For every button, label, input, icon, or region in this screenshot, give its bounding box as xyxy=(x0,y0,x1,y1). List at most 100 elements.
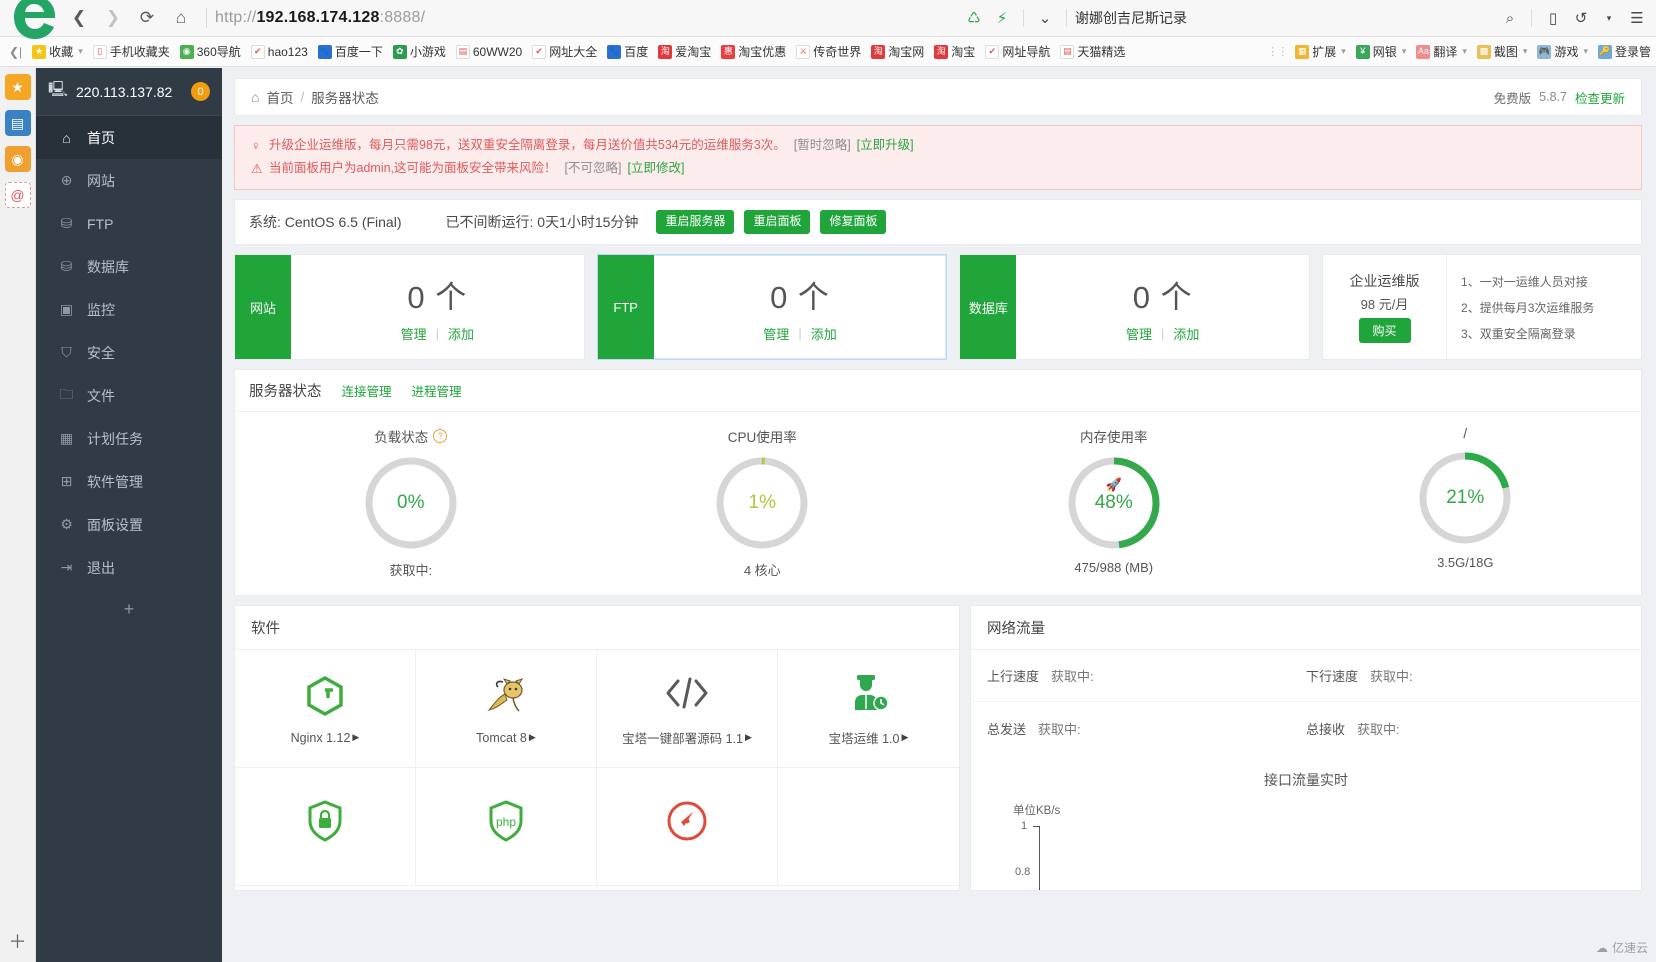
play-triangle-icon[interactable]: ▶ xyxy=(745,732,752,743)
chevron-down-icon[interactable]: ▾ xyxy=(1523,46,1528,57)
search-suggestion[interactable]: 谢娜创吉尼斯记录 xyxy=(1075,8,1187,28)
breadcrumb: ⌂ 首页 / 服务器状态 免费版 5.8.7 检查更新 xyxy=(234,78,1642,116)
sidebar-item-10[interactable]: ⇥ 退出 xyxy=(36,546,222,589)
add-rail-icon[interactable]: ＋ xyxy=(9,928,27,954)
repair-panel-button[interactable]: 修复面板 xyxy=(820,210,887,234)
forward-button[interactable]: ❯ xyxy=(96,3,130,33)
gamepad-icon: 🎮 xyxy=(1537,44,1552,59)
software-item[interactable] xyxy=(597,768,778,886)
alert-ignore-link[interactable]: [暂时忽略] xyxy=(794,135,851,156)
software-item[interactable] xyxy=(778,768,959,886)
manage-link[interactable]: 管理 xyxy=(401,324,427,343)
extension-item[interactable]: 🎮 游戏 ▾ xyxy=(1532,40,1593,64)
back-button[interactable]: ❮ xyxy=(62,3,96,33)
stat-card-database[interactable]: 数据库 0 个 管理 | 添加 xyxy=(959,254,1311,360)
sidebar-add-button[interactable]: + xyxy=(36,589,222,629)
toolbar-right: ♺ ⚡ ⌄ 谢娜创吉尼斯记录 ⌕ ▯ ↺ ▾ ☰ xyxy=(961,5,1656,31)
sidebar-item-1[interactable]: ⊕ 网站 xyxy=(36,159,222,202)
sidebar-item-6[interactable]: 🗀 文件 xyxy=(36,374,222,417)
check-update-link[interactable]: 检查更新 xyxy=(1575,88,1625,107)
undo-icon[interactable]: ↺ xyxy=(1568,5,1594,31)
extension-item[interactable]: ▦ 扩展 ▾ xyxy=(1290,40,1351,64)
chevron-down-icon[interactable]: ▾ xyxy=(1583,46,1588,57)
help-icon[interactable]: ? xyxy=(433,429,448,443)
bookmark-item[interactable]: 淘淘宝网 xyxy=(866,40,929,64)
process-manage-link[interactable]: 进程管理 xyxy=(412,381,462,400)
favorites-rail-icon[interactable]: ★ xyxy=(4,74,31,100)
bookmark-item[interactable]: ✿ 小游戏 xyxy=(388,40,451,64)
add-link[interactable]: 添加 xyxy=(811,324,837,343)
stat-card-website[interactable]: 网站 0 个 管理 | 添加 xyxy=(234,254,585,360)
software-item[interactable] xyxy=(235,768,416,886)
bookmark-item[interactable]: ▤ 60WW20 xyxy=(451,40,527,64)
screenshot-icon: ▩ xyxy=(1476,44,1491,59)
chevron-down-icon[interactable]: ⌄ xyxy=(1032,5,1058,31)
chevron-down-icon[interactable]: ▾ xyxy=(1341,46,1346,57)
address-bar[interactable]: http://192.168.174.128:8888/ xyxy=(215,9,961,27)
bookmark-item[interactable]: 🐾 百度一下 xyxy=(313,40,388,64)
chevron-down-icon[interactable]: ▾ xyxy=(1402,46,1407,57)
sidebar-item-9[interactable]: ⚙ 面板设置 xyxy=(36,503,222,546)
software-item[interactable]: 宝塔运维 1.0 ▶ xyxy=(778,650,959,768)
bookmark-item[interactable]: ✔ 网址大全 xyxy=(527,40,602,64)
software-item[interactable]: 宝塔一键部署源码 1.1 ▶ xyxy=(597,650,778,768)
add-link[interactable]: 添加 xyxy=(1173,324,1199,343)
sidebar-item-5[interactable]: ⛉ 安全 xyxy=(36,331,222,374)
sidebar-item-3[interactable]: ⛁ 数据库 xyxy=(36,245,222,288)
notification-badge[interactable]: 0 xyxy=(191,82,210,101)
sidebar-item-4[interactable]: ▣ 监控 xyxy=(36,288,222,331)
refresh-green-icon[interactable]: ♺ xyxy=(961,5,987,31)
caret-icon[interactable]: ▾ xyxy=(1596,5,1622,31)
bookmark-item[interactable]: ✔ hao123 xyxy=(246,40,313,64)
bookmark-item[interactable]: 惠淘宝优惠 xyxy=(716,40,791,64)
chevron-down-icon[interactable]: ▾ xyxy=(78,46,83,57)
software-item[interactable]: Nginx 1.12 ▶ xyxy=(235,650,416,768)
extension-item[interactable]: ▩ 截图 ▾ xyxy=(1472,40,1533,64)
restart-server-button[interactable]: 重启服务器 xyxy=(656,210,735,234)
manage-link[interactable]: 管理 xyxy=(1126,324,1152,343)
sidebar-item-7[interactable]: ▦ 计划任务 xyxy=(36,417,222,460)
sidebar-item-8[interactable]: ⊞ 软件管理 xyxy=(36,460,222,503)
play-triangle-icon[interactable]: ▶ xyxy=(529,732,536,743)
bookmark-item[interactable]: 🐾 百度 xyxy=(602,40,653,64)
extension-item[interactable]: Aa 翻译 ▾ xyxy=(1411,40,1472,64)
bookmark-item[interactable]: 淘爱淘宝 xyxy=(653,40,716,64)
stat-card-ftp[interactable]: FTP 0 个 管理 | 添加 xyxy=(596,254,948,360)
extension-item[interactable]: 🔑 登录管 xyxy=(1593,40,1656,64)
play-triangle-icon[interactable]: ▶ xyxy=(352,732,359,743)
restart-panel-button[interactable]: 重启面板 xyxy=(744,210,811,234)
speed-bolt-icon[interactable]: ⚡ xyxy=(989,5,1015,31)
chevron-down-icon[interactable]: ▾ xyxy=(1462,46,1467,57)
breadcrumb-home[interactable]: 首页 xyxy=(266,87,293,107)
home-icon[interactable]: ⌂ xyxy=(164,3,198,33)
mail-rail-icon[interactable]: @ xyxy=(4,182,31,208)
add-link[interactable]: 添加 xyxy=(448,324,474,343)
menu-icon[interactable]: ☰ xyxy=(1624,5,1650,31)
alert-action-link[interactable]: [立即修改] xyxy=(627,158,684,179)
alert-ignore-link[interactable]: [不可忽略] xyxy=(565,158,622,179)
alert-action-link[interactable]: [立即升级] xyxy=(857,135,914,156)
reload-icon[interactable]: ⟳ xyxy=(130,3,164,33)
manage-link[interactable]: 管理 xyxy=(763,324,789,343)
drag-handle-icon[interactable]: ⋮⋮ xyxy=(1264,45,1290,58)
mobile-view-icon[interactable]: ▯ xyxy=(1540,5,1566,31)
reading-list-rail-icon[interactable]: ▤ xyxy=(4,110,31,136)
extension-item[interactable]: ¥ 网银 ▾ xyxy=(1351,40,1412,64)
software-item[interactable]: Tomcat 8 ▶ xyxy=(416,650,597,768)
bookmark-item[interactable]: ✔ 网址导航 xyxy=(980,40,1055,64)
bookmark-item[interactable]: ◉ 360导航 xyxy=(175,40,246,64)
history-rail-icon[interactable]: ◉ xyxy=(4,146,31,172)
software-item[interactable]: php xyxy=(416,768,597,886)
search-icon[interactable]: ⌕ xyxy=(1497,5,1523,31)
logout-icon: ⇥ xyxy=(60,559,73,575)
bookmark-item[interactable]: ▯ 手机收藏夹 xyxy=(88,40,175,64)
bookmark-item[interactable]: ⚔ 传奇世界 xyxy=(791,40,866,64)
connection-manage-link[interactable]: 连接管理 xyxy=(342,381,392,400)
sidebar-item-0[interactable]: ⌂ 首页 xyxy=(36,116,222,159)
bookmark-item[interactable]: ▤ 天猫精选 xyxy=(1055,40,1130,64)
play-triangle-icon[interactable]: ▶ xyxy=(901,732,908,743)
bookmark-item[interactable]: 淘淘宝 xyxy=(929,40,980,64)
sidebar-item-2[interactable]: ⛁ FTP xyxy=(36,202,222,245)
buy-button[interactable]: 购买 xyxy=(1358,318,1411,343)
bookmarks-scroll-left-icon[interactable]: ❮| xyxy=(4,45,27,59)
